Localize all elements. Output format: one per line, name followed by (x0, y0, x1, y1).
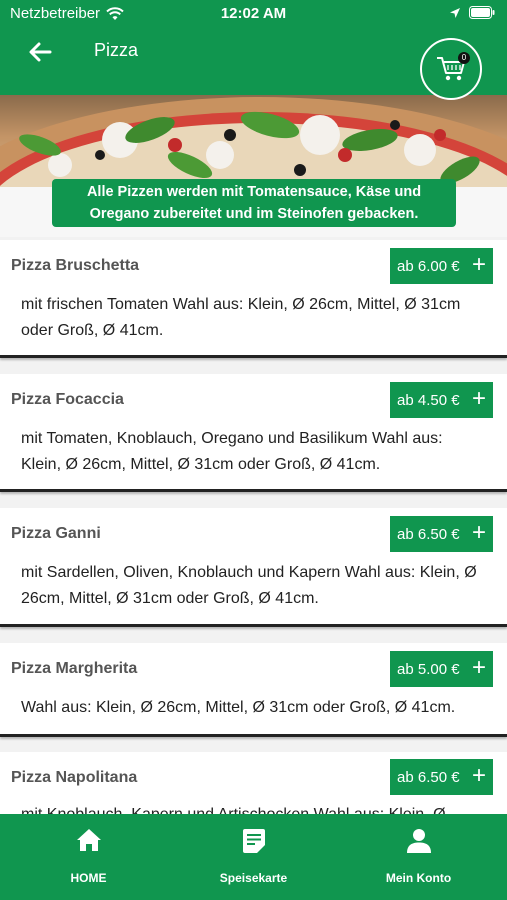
pizza-illustration (0, 97, 507, 187)
nav-menu-label: Speisekarte (219, 871, 288, 885)
menu-item-card: Pizza Bruschetta ab 6.00 € + mit frische… (0, 240, 507, 358)
nav-menu[interactable]: Speisekarte (169, 814, 338, 900)
item-description-line-1: mit Tomaten, Knoblauch, Oregano und Basi… (21, 430, 443, 447)
item-description: Wahl aus: Klein, Ø 26cm, Mittel, Ø 31cm … (21, 695, 487, 721)
back-arrow-icon[interactable] (26, 38, 54, 66)
nav-account-label: Mein Konto (385, 871, 452, 885)
add-to-cart-button[interactable]: ab 6.50 € + (390, 759, 493, 795)
home-icon-wrap (4, 828, 173, 856)
item-name: Pizza Bruschetta (11, 257, 140, 274)
item-description-line-1: Wahl aus: Klein, Ø 26cm, Mittel, Ø 31cm … (21, 699, 456, 716)
item-price: ab 6.50 € (397, 768, 460, 786)
item-name: Pizza Focaccia (11, 391, 124, 408)
add-to-cart-button[interactable]: ab 5.00 € + (390, 651, 493, 687)
nav-account[interactable]: Mein Konto (334, 814, 503, 900)
user-icon-wrap (334, 828, 503, 856)
item-description-line-2: oder Groß, Ø 41cm. (21, 322, 164, 339)
item-description-line-1: mit frischen Tomaten Wahl aus: Klein, Ø … (21, 296, 461, 313)
plus-icon: + (471, 654, 486, 681)
battery-icon (469, 6, 495, 19)
menu-icon-wrap (169, 828, 338, 856)
item-price: ab 5.00 € (397, 660, 460, 678)
plus-icon: + (471, 519, 486, 546)
user-icon (406, 829, 431, 853)
menu-list-icon (242, 829, 265, 853)
notice-line-1: Alle Pizzen werden mit Tomatensauce, Käs… (86, 184, 422, 200)
item-description: mit Sardellen, Oliven, Knoblauch und Kap… (21, 560, 487, 612)
plus-icon: + (471, 762, 486, 789)
status-right-group (449, 6, 495, 19)
item-price: ab 6.00 € (397, 257, 460, 275)
info-notice: Alle Pizzen werden mit Tomatensauce, Käs… (52, 179, 456, 227)
add-to-cart-button[interactable]: ab 6.00 € + (390, 248, 493, 284)
location-arrow-icon (450, 7, 460, 18)
page-title: Pizza (94, 40, 139, 60)
add-to-cart-button[interactable]: ab 6.50 € + (390, 516, 493, 552)
item-description-line-2: Klein, Ø 26cm, Mittel, Ø 31cm oder Groß,… (21, 456, 381, 473)
nav-home[interactable]: HOME (4, 814, 173, 900)
menu-item-card: Pizza Ganni ab 6.50 € + mit Sardellen, O… (0, 508, 507, 627)
item-description-line-2: 26cm, Mittel, Ø 31cm oder Groß, Ø 41cm. (21, 590, 319, 607)
add-to-cart-button[interactable]: ab 4.50 € + (390, 382, 493, 418)
menu-item-card: Pizza Focaccia ab 4.50 € + mit Tomaten, … (0, 374, 507, 492)
item-name: Pizza Margherita (11, 660, 138, 677)
item-description-line-1: mit Sardellen, Oliven, Knoblauch und Kap… (21, 564, 477, 581)
plus-icon: + (471, 251, 486, 278)
bottom-nav: HOME Speisekarte Mein Konto (0, 814, 507, 900)
status-bar: Netzbetreiber 12:02 AM (0, 0, 507, 28)
status-time: 12:02 AM (220, 5, 287, 22)
item-price: ab 6.50 € (397, 525, 460, 543)
cart-count-badge: 0 (458, 52, 470, 64)
menu-item-card: Pizza Margherita ab 5.00 € + Wahl aus: K… (0, 643, 507, 737)
cart-button[interactable]: 0 (420, 38, 482, 100)
item-description: mit Tomaten, Knoblauch, Oregano und Basi… (21, 426, 487, 478)
notice-line-2: Oregano zubereitet und im Steinofen geba… (89, 206, 419, 222)
home-icon (76, 829, 101, 851)
plus-icon: + (471, 385, 486, 412)
hero-pizza-image (0, 95, 507, 187)
item-description: mit frischen Tomaten Wahl aus: Klein, Ø … (21, 292, 487, 344)
item-name: Pizza Ganni (11, 525, 101, 542)
nav-home-label: HOME (70, 871, 107, 885)
item-price: ab 4.50 € (397, 391, 460, 409)
item-name: Pizza Napolitana (11, 769, 138, 786)
